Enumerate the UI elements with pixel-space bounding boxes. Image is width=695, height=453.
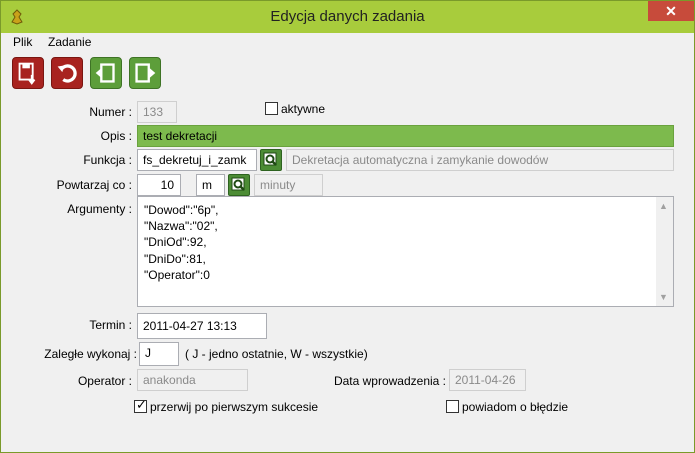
argumenty-textarea[interactable]: "Dowod":"6p", "Nazwa":"02", "DniOd":92, … bbox=[137, 196, 674, 307]
argumenty-content: "Dowod":"6p", "Nazwa":"02", "DniOd":92, … bbox=[144, 202, 218, 283]
funkcja-label: Funkcja : bbox=[83, 153, 132, 167]
operator-field: anakonda bbox=[137, 369, 248, 391]
funkcja-lookup-button[interactable] bbox=[260, 149, 282, 171]
close-button[interactable]: ✕ bbox=[648, 1, 694, 21]
previous-button[interactable] bbox=[90, 57, 122, 89]
save-icon bbox=[18, 62, 36, 85]
scroll-up-icon[interactable]: ▲ bbox=[659, 201, 668, 211]
numer-label: Numer : bbox=[89, 105, 132, 119]
menu-bar: Plik Zadanie bbox=[2, 33, 693, 51]
zalegle-label: Zaległe wykonaj : bbox=[44, 347, 137, 361]
zalegle-hint: ( J - jedno ostatnie, W - wszystkie) bbox=[185, 347, 368, 361]
window: Edycja danych zadania ✕ Plik Zadanie Num… bbox=[0, 0, 695, 453]
powtarzaj-unit-field[interactable]: m bbox=[196, 174, 225, 196]
menu-zadanie[interactable]: Zadanie bbox=[48, 35, 91, 49]
termin-label: Termin : bbox=[89, 318, 132, 332]
numer-field: 133 bbox=[137, 101, 177, 123]
argument-line: "DniDo":81, bbox=[144, 251, 206, 266]
save-button[interactable] bbox=[12, 57, 44, 89]
opis-label: Opis : bbox=[100, 129, 132, 143]
data-wprowadzenia-label: Data wprowadzenia : bbox=[333, 374, 446, 388]
unit-lookup-button[interactable] bbox=[228, 174, 250, 196]
operator-label: Operator : bbox=[77, 374, 132, 388]
funkcja-field[interactable]: fs_dekretuj_i_zamk bbox=[137, 149, 257, 171]
unit-description: minuty bbox=[254, 174, 323, 196]
argumenty-scrollbar[interactable]: ▲ ▼ bbox=[656, 197, 673, 306]
check-icon: ✓ bbox=[136, 397, 147, 412]
przerwij-checkbox[interactable]: ✓ bbox=[134, 397, 147, 413]
termin-field[interactable]: 2011-04-27 13:13 bbox=[137, 313, 267, 339]
previous-icon bbox=[95, 63, 115, 83]
title-bar[interactable]: Edycja danych zadania ✕ bbox=[1, 1, 694, 33]
search-icon bbox=[231, 177, 245, 191]
zalegle-field[interactable]: J bbox=[139, 342, 179, 366]
aktywne-checkbox[interactable] bbox=[265, 102, 278, 115]
next-button[interactable] bbox=[129, 57, 161, 89]
data-wprowadzenia-field: 2011-04-26 bbox=[449, 369, 526, 391]
search-icon bbox=[263, 152, 277, 166]
menu-plik[interactable]: Plik bbox=[13, 35, 32, 49]
powtarzaj-value-field[interactable]: 10 bbox=[137, 174, 181, 196]
argumenty-label: Argumenty : bbox=[67, 202, 132, 216]
argument-line: "Dowod":"6p", bbox=[144, 203, 219, 217]
opis-field[interactable]: test dekretacji bbox=[137, 125, 674, 147]
undo-icon bbox=[57, 64, 77, 83]
undo-button[interactable] bbox=[51, 57, 83, 89]
argument-line: "DniOd":92, bbox=[144, 235, 207, 250]
powtarzaj-label: Powtarzaj co : bbox=[56, 178, 132, 192]
argument-line: "Operator":0 bbox=[144, 267, 210, 282]
scroll-down-icon[interactable]: ▼ bbox=[659, 292, 668, 302]
argument-line: "Nazwa":"02", bbox=[144, 219, 218, 234]
powiadom-checkbox[interactable] bbox=[446, 400, 459, 413]
powiadom-label: powiadom o błędzie bbox=[462, 400, 569, 414]
aktywne-label: aktywne bbox=[281, 102, 326, 116]
funkcja-description: Dekretacja automatyczna i zamykanie dowo… bbox=[286, 149, 674, 171]
przerwij-label: przerwij po pierwszym sukcesie bbox=[150, 400, 319, 414]
close-icon: ✕ bbox=[665, 3, 677, 19]
window-title: Edycja danych zadania bbox=[270, 8, 425, 25]
next-icon bbox=[135, 63, 156, 83]
